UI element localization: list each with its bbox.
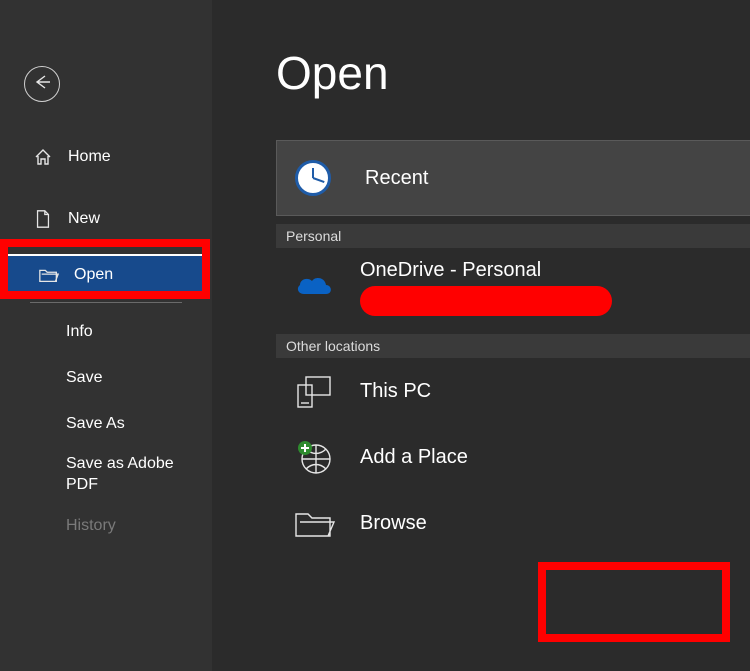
home-icon <box>32 147 54 167</box>
sidebar-item-label: History <box>66 517 116 535</box>
location-onedrive-personal[interactable]: OneDrive - Personal <box>276 248 750 326</box>
sidebar-item-label: Info <box>66 323 93 341</box>
location-recent[interactable]: Recent <box>276 140 750 216</box>
annotation-highlight-browse <box>538 562 730 642</box>
location-label: This PC <box>360 380 431 403</box>
location-browse[interactable]: Browse <box>276 490 750 556</box>
location-label: Add a Place <box>360 446 468 469</box>
sidebar-item-label: Open <box>74 266 113 284</box>
sidebar-item-save-as[interactable]: Save As <box>0 401 212 447</box>
page-title: Open <box>212 46 750 100</box>
sidebar-item-save-adobe-pdf[interactable]: Save as Adobe PDF <box>0 447 212 503</box>
sidebar-item-history[interactable]: History <box>0 503 212 549</box>
group-header-personal: Personal <box>276 224 750 248</box>
sidebar-item-save[interactable]: Save <box>0 355 212 401</box>
clock-icon <box>295 160 331 196</box>
sidebar-item-open[interactable]: Open <box>4 254 210 296</box>
location-label: Browse <box>360 512 427 535</box>
browse-folder-icon <box>290 499 338 547</box>
sidebar-item-label: New <box>68 210 100 228</box>
main-panel: Open Recent Personal OneDrive - Personal… <box>212 0 750 671</box>
sidebar-item-new[interactable]: New <box>0 198 212 240</box>
location-add-place[interactable]: Add a Place <box>276 424 750 490</box>
sidebar-item-label: Save as Adobe PDF <box>66 454 182 496</box>
sidebar-item-info[interactable]: Info <box>0 309 212 355</box>
location-this-pc[interactable]: This PC <box>276 358 750 424</box>
location-label: OneDrive - Personal <box>360 259 612 282</box>
this-pc-icon <box>290 367 338 415</box>
redacted-email <box>360 286 612 316</box>
sidebar-divider <box>30 302 182 303</box>
locations-section: Recent Personal OneDrive - Personal Othe… <box>276 140 750 556</box>
sidebar-item-label: Save <box>66 369 102 387</box>
location-text: OneDrive - Personal <box>360 259 612 316</box>
onedrive-icon <box>290 263 338 311</box>
add-place-icon <box>290 433 338 481</box>
sidebar-item-label: Save As <box>66 415 125 433</box>
location-label: Recent <box>365 167 428 190</box>
sidebar-items: Home New Open Info Save Save As Save <box>0 136 212 549</box>
arrow-left-icon <box>32 74 52 95</box>
sidebar-item-label: Home <box>68 148 111 166</box>
group-header-other: Other locations <box>276 334 750 358</box>
sidebar: Home New Open Info Save Save As Save <box>0 0 212 671</box>
new-doc-icon <box>32 209 54 229</box>
back-button[interactable] <box>24 66 60 102</box>
open-folder-icon <box>38 266 60 284</box>
sidebar-item-home[interactable]: Home <box>0 136 212 178</box>
